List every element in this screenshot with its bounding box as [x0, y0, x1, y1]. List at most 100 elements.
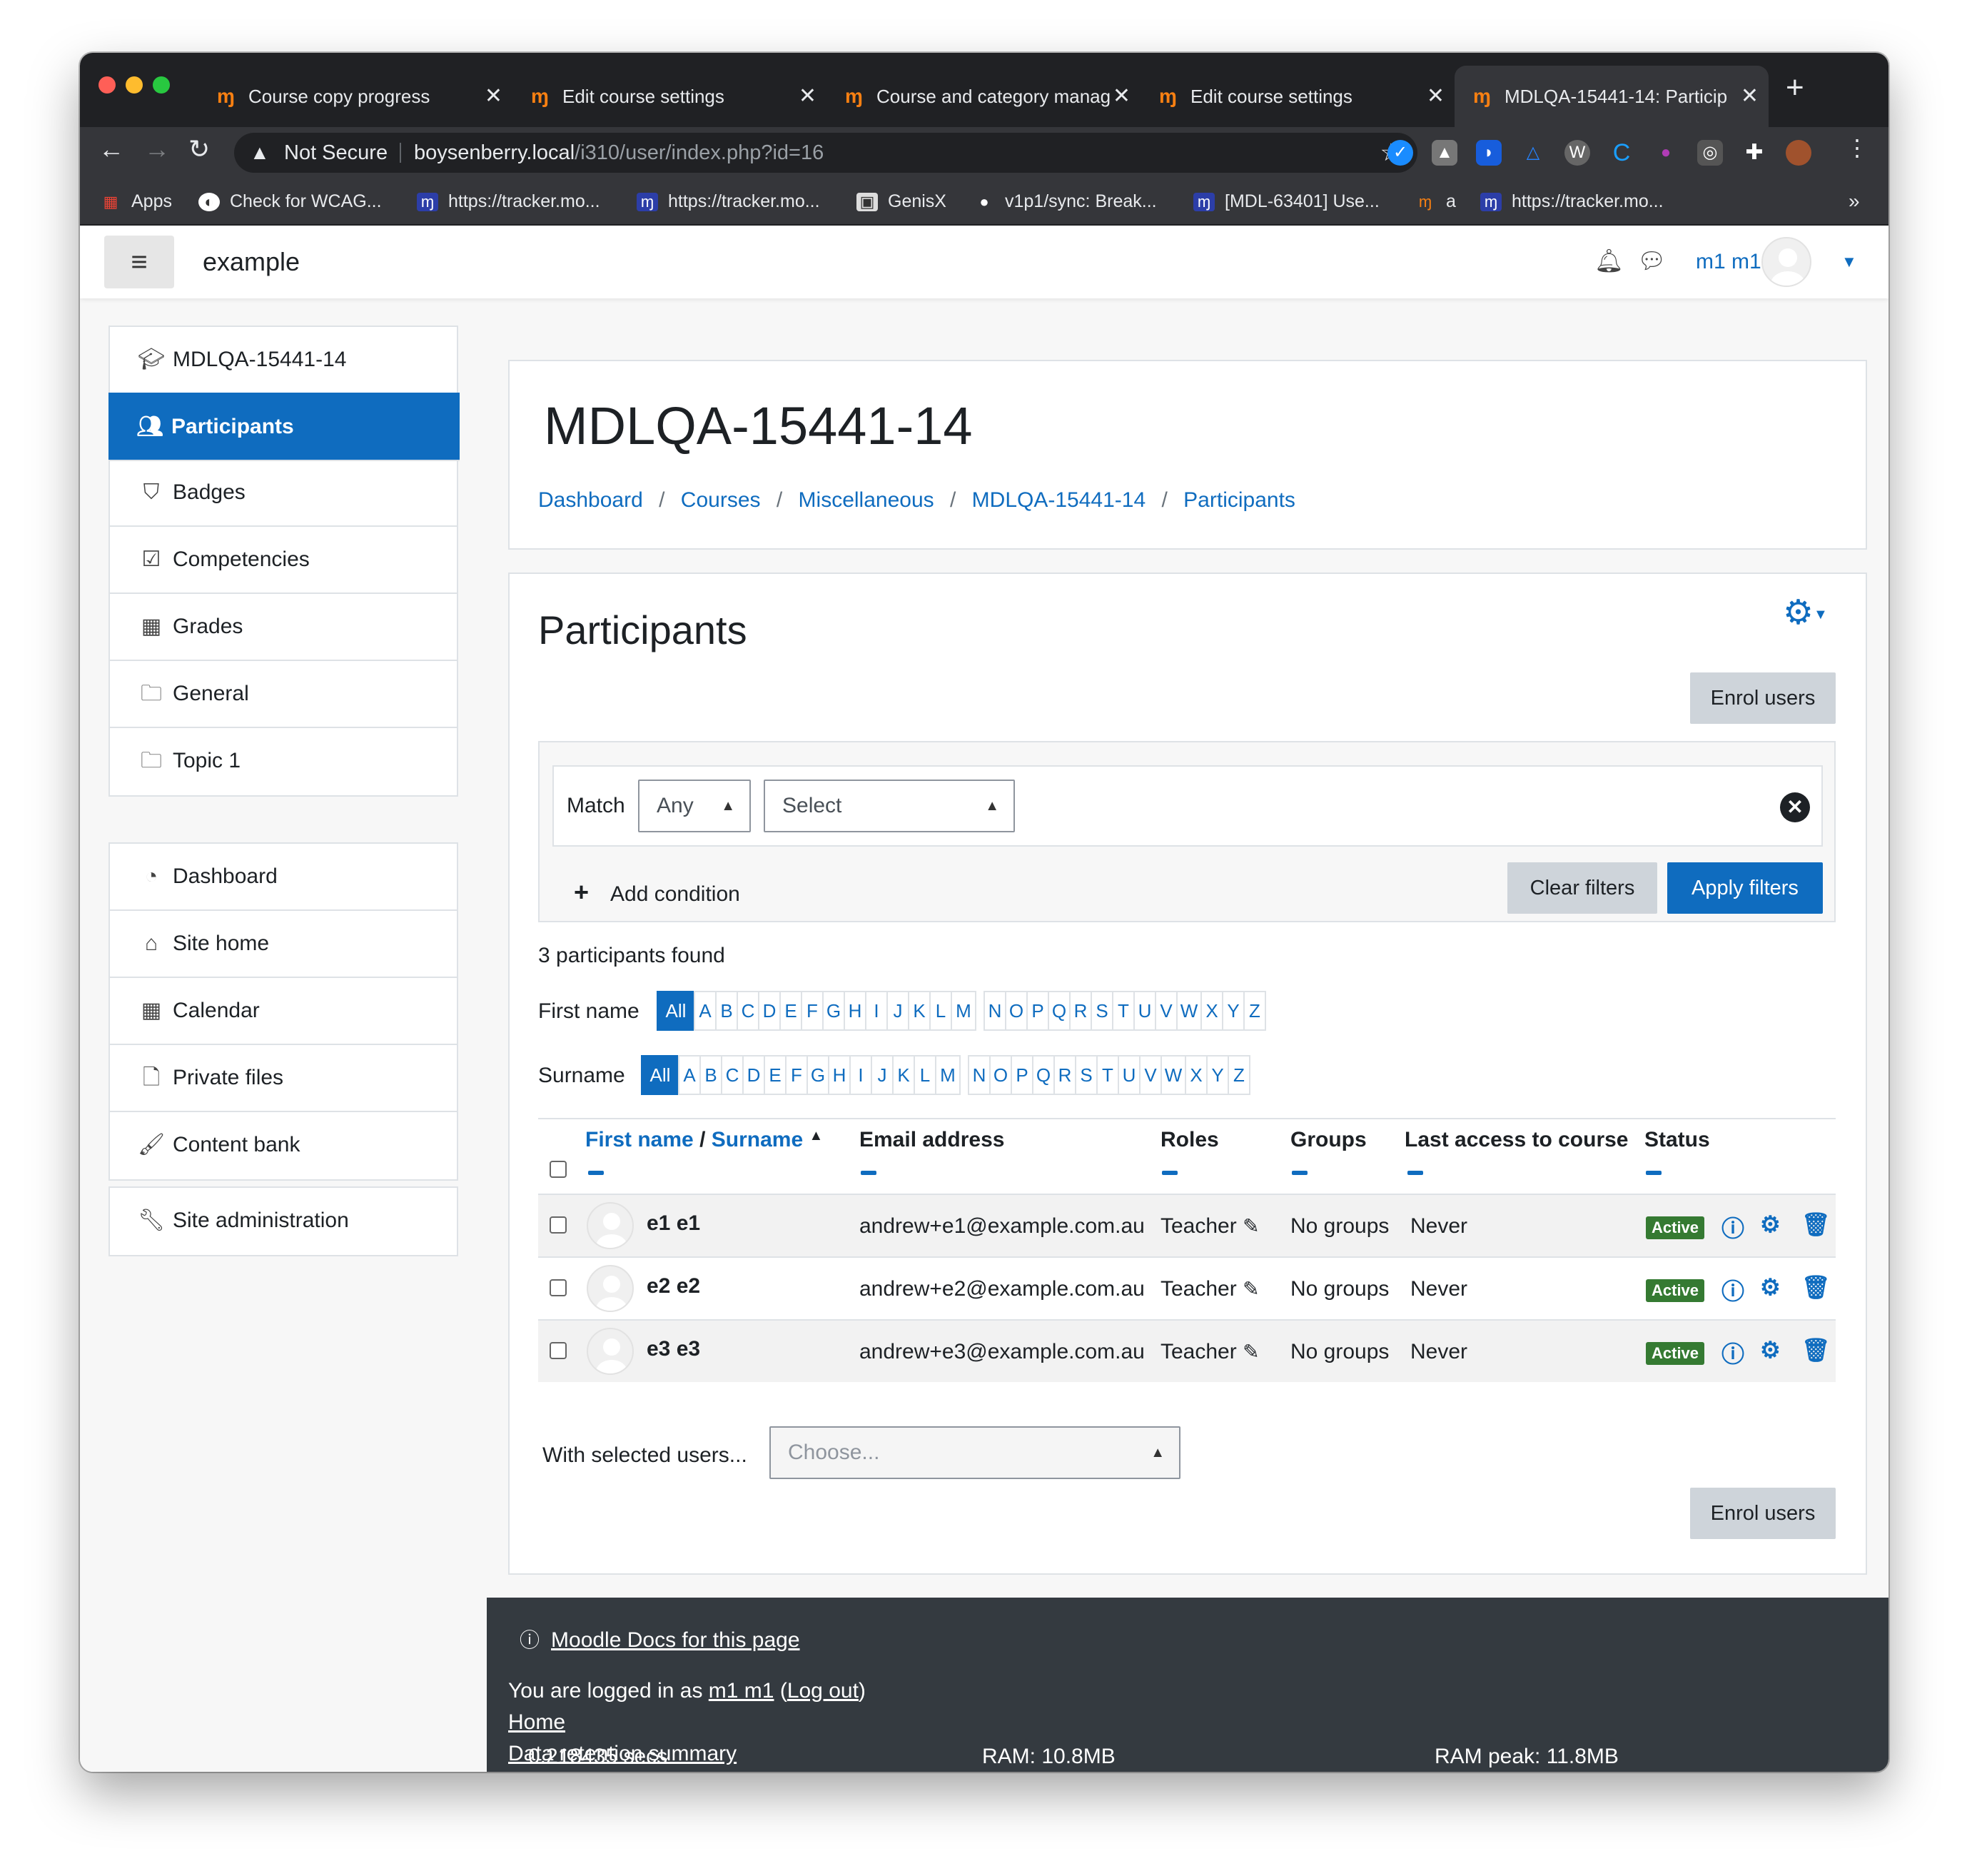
- site-name[interactable]: example: [203, 226, 300, 298]
- gear-icon[interactable]: ⚙: [1760, 1274, 1781, 1301]
- initial-f[interactable]: F: [801, 991, 824, 1031]
- puzzle-icon[interactable]: ✚: [1741, 140, 1767, 166]
- settings-gear-icon[interactable]: ⚙▼: [1783, 592, 1828, 632]
- initial-i[interactable]: I: [865, 991, 888, 1031]
- initial-m[interactable]: M: [935, 1055, 961, 1095]
- info-icon[interactable]: ⓘ: [1721, 1274, 1744, 1306]
- initial-a[interactable]: A: [678, 1055, 701, 1095]
- initial-z[interactable]: Z: [1228, 1055, 1250, 1095]
- maximize-window-button[interactable]: [153, 76, 170, 94]
- bookmark-apps[interactable]: ▦ Apps: [100, 178, 172, 224]
- sidebar-item-site-administration[interactable]: 🔧︎ Site administration: [110, 1188, 457, 1255]
- initial-u[interactable]: U: [1133, 991, 1156, 1031]
- initial-p[interactable]: P: [1026, 991, 1049, 1031]
- user-name-link[interactable]: e2 e2: [647, 1255, 700, 1318]
- initial-t[interactable]: T: [1096, 1055, 1119, 1095]
- minimize-window-button[interactable]: [126, 76, 143, 94]
- column-email[interactable]: Email address: [859, 1128, 1004, 1152]
- initial-n[interactable]: N: [984, 991, 1006, 1031]
- pencil-icon[interactable]: ✎: [1243, 1278, 1259, 1300]
- sidebar-item-badges[interactable]: ⛉ Badges: [110, 460, 457, 527]
- add-condition-button[interactable]: + Add condition: [574, 867, 740, 920]
- sidebar-item-grades[interactable]: ▦ Grades: [110, 594, 457, 661]
- initial-i[interactable]: I: [849, 1055, 872, 1095]
- row-checkbox[interactable]: [550, 1279, 567, 1296]
- user-profile-link[interactable]: m1 m1: [709, 1679, 774, 1703]
- sidebar-item-private-files[interactable]: 🗋 Private files: [110, 1045, 457, 1112]
- trash-icon[interactable]: 🗑︎: [1801, 1336, 1831, 1363]
- initial-all[interactable]: All: [657, 991, 695, 1031]
- bookmark[interactable]: ɱa: [1415, 178, 1456, 224]
- select-all-checkbox[interactable]: [550, 1161, 567, 1178]
- extension-icon[interactable]: △: [1520, 140, 1546, 166]
- initial-t[interactable]: T: [1112, 991, 1135, 1031]
- sidebar-item-participants[interactable]: 👥︎ Participants: [108, 393, 460, 461]
- apply-filters-button[interactable]: Apply filters: [1667, 862, 1823, 914]
- close-tab-icon[interactable]: ✕: [1427, 66, 1445, 127]
- new-tab-button[interactable]: +: [1786, 70, 1804, 106]
- bookmark[interactable]: ɱ https://tracker.mo...: [637, 178, 820, 224]
- profile-avatar[interactable]: [1786, 140, 1811, 166]
- user-name-link[interactable]: e3 e3: [647, 1318, 700, 1381]
- initial-k[interactable]: K: [892, 1055, 915, 1095]
- user-name-link[interactable]: e1 e1: [647, 1192, 700, 1255]
- collapse-email-icon[interactable]: [861, 1171, 876, 1175]
- browser-tab[interactable]: ɱ Edit course settings ✕: [512, 66, 826, 127]
- initial-o[interactable]: O: [989, 1055, 1012, 1095]
- browser-tab[interactable]: ɱ Course copy progress ✕: [198, 66, 512, 127]
- initial-d[interactable]: D: [742, 1055, 765, 1095]
- initial-b[interactable]: B: [699, 1055, 722, 1095]
- extension-icon[interactable]: ✓: [1387, 140, 1413, 166]
- chat-icon[interactable]: 💬︎: [1637, 247, 1667, 274]
- initial-k[interactable]: K: [908, 991, 931, 1031]
- initial-g[interactable]: G: [806, 1055, 829, 1095]
- trash-icon[interactable]: 🗑︎: [1801, 1274, 1831, 1301]
- address-bar[interactable]: ▲ Not Secure boysenberry.local/i310/user…: [234, 133, 1417, 173]
- sidebar-item-course[interactable]: 🎓︎ MDLQA-15441-14: [110, 327, 457, 394]
- bookmark[interactable]: ● v1p1/sync: Break...: [974, 178, 1156, 224]
- sort-firstname-link[interactable]: First name: [585, 1128, 694, 1151]
- enrol-users-button[interactable]: Enrol users: [1690, 672, 1836, 724]
- breadcrumb-miscellaneous[interactable]: Miscellaneous: [799, 488, 934, 512]
- bookmark[interactable]: ɱ [MDL-63401] Use...: [1193, 178, 1380, 224]
- column-last-access[interactable]: Last access to course: [1405, 1128, 1629, 1152]
- initial-c[interactable]: C: [737, 991, 759, 1031]
- trash-icon[interactable]: 🗑︎: [1801, 1211, 1831, 1238]
- collapse-lastaccess-icon[interactable]: [1407, 1171, 1423, 1175]
- info-icon[interactable]: ⓘ: [1721, 1211, 1744, 1244]
- gear-icon[interactable]: ⚙: [1760, 1336, 1781, 1363]
- home-link[interactable]: Home: [508, 1710, 565, 1735]
- initial-u[interactable]: U: [1118, 1055, 1141, 1095]
- initial-s[interactable]: S: [1075, 1055, 1098, 1095]
- clear-filters-button[interactable]: Clear filters: [1507, 862, 1657, 914]
- back-icon[interactable]: ←: [98, 134, 124, 164]
- sidebar-item-topic-1[interactable]: 🗀 Topic 1: [110, 728, 457, 795]
- close-window-button[interactable]: [98, 76, 116, 94]
- close-tab-icon[interactable]: ✕: [485, 66, 502, 127]
- with-selected-select[interactable]: Choose... ▲: [769, 1426, 1180, 1479]
- initial-r[interactable]: R: [1069, 991, 1092, 1031]
- extension-icon[interactable]: ◎: [1697, 140, 1723, 166]
- initial-s[interactable]: S: [1091, 991, 1113, 1031]
- initial-e[interactable]: E: [764, 1055, 787, 1095]
- initial-all[interactable]: All: [641, 1055, 679, 1095]
- reload-icon[interactable]: ↻: [188, 134, 210, 164]
- close-tab-icon[interactable]: ✕: [1113, 66, 1131, 127]
- collapse-roles-icon[interactable]: [1162, 1171, 1178, 1175]
- initial-l[interactable]: L: [929, 991, 952, 1031]
- forward-icon[interactable]: →: [144, 134, 170, 164]
- initial-p[interactable]: P: [1011, 1055, 1033, 1095]
- pencil-icon[interactable]: ✎: [1243, 1341, 1259, 1363]
- row-checkbox[interactable]: [550, 1216, 567, 1234]
- initial-j[interactable]: J: [871, 1055, 894, 1095]
- initial-f[interactable]: F: [785, 1055, 808, 1095]
- moodle-docs-link[interactable]: ⓘ Moodle Docs for this page: [520, 1625, 800, 1653]
- user-menu-caret-icon[interactable]: ▼: [1841, 253, 1857, 271]
- breadcrumb-participants[interactable]: Participants: [1183, 488, 1295, 512]
- collapse-groups-icon[interactable]: [1292, 1171, 1308, 1175]
- initial-h[interactable]: H: [844, 991, 866, 1031]
- enrol-users-button-bottom[interactable]: Enrol users: [1690, 1488, 1836, 1539]
- close-tab-icon[interactable]: ✕: [1741, 66, 1759, 127]
- initial-x[interactable]: X: [1185, 1055, 1208, 1095]
- browser-tab[interactable]: ɱ Edit course settings ✕: [1141, 66, 1455, 127]
